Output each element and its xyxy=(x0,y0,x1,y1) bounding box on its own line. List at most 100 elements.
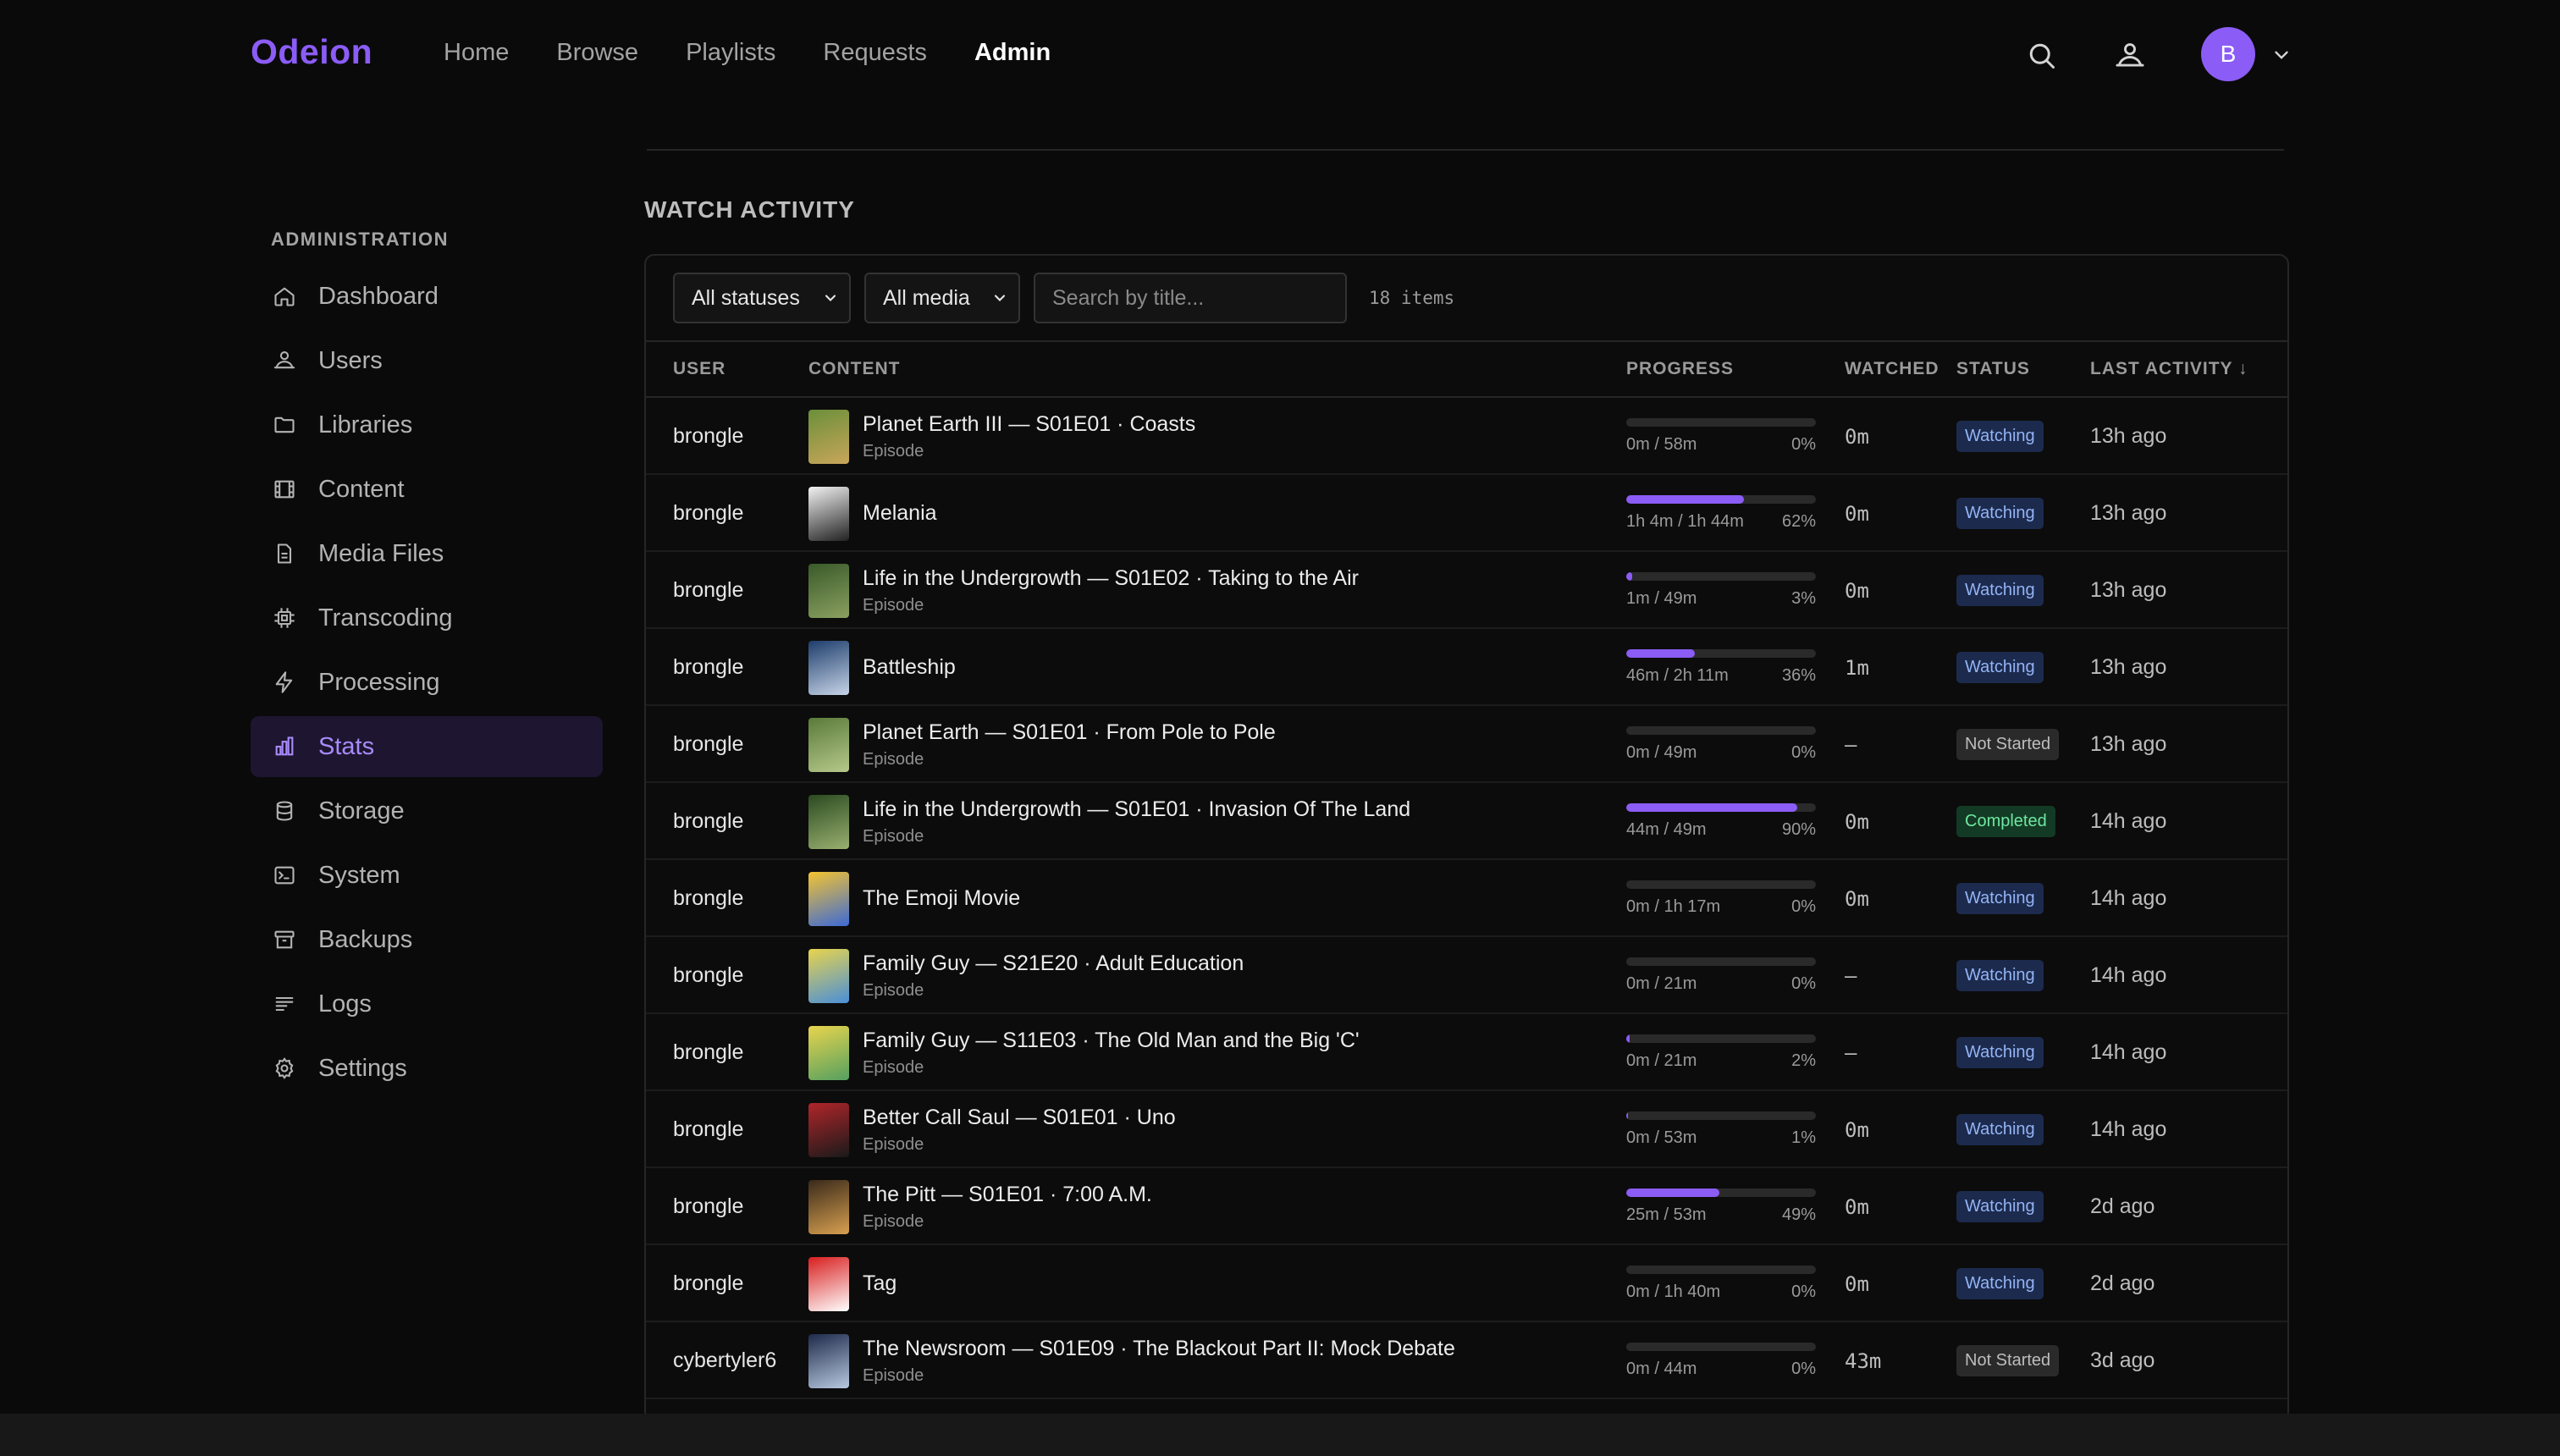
user-name[interactable]: brongle xyxy=(673,963,743,988)
users-icon xyxy=(2116,43,2144,67)
filter-bar: All statuses All media 18 items xyxy=(646,256,2287,342)
user-name[interactable]: brongle xyxy=(673,732,743,757)
column-header-last-activity[interactable]: LAST ACTIVITY ↓ xyxy=(2090,359,2248,379)
poster-thumbnail[interactable] xyxy=(808,948,849,1003)
sidebar-item-stats[interactable]: Stats xyxy=(251,716,603,777)
poster-thumbnail[interactable] xyxy=(808,794,849,849)
sidebar-item-transcoding[interactable]: Transcoding xyxy=(251,587,603,648)
sidebar-item-libraries[interactable]: Libraries xyxy=(251,394,603,455)
column-header-progress[interactable]: PROGRESS xyxy=(1626,359,1734,379)
table-row[interactable]: brongle Family Guy — S11E03 · The Old Ma… xyxy=(646,1014,2287,1091)
sidebar-item-content[interactable]: Content xyxy=(251,459,603,520)
sidebar-item-backups[interactable]: Backups xyxy=(251,909,603,970)
media-filter-select[interactable]: All media xyxy=(864,273,1020,323)
table-row[interactable]: brongle Planet Earth — S01E01 · From Pol… xyxy=(646,706,2287,783)
film-icon xyxy=(271,476,298,503)
user-name[interactable]: brongle xyxy=(673,424,743,449)
content-title[interactable]: The Emoji Movie xyxy=(863,886,1020,911)
nav-requests[interactable]: Requests xyxy=(823,39,927,67)
poster-thumbnail[interactable] xyxy=(808,409,849,464)
poster-thumbnail[interactable] xyxy=(808,1256,849,1311)
table-row[interactable]: brongle Tag 0m / 1h 40m 0% 0m Watching 2… xyxy=(646,1245,2287,1322)
nav-home[interactable]: Home xyxy=(444,39,509,67)
users-button[interactable] xyxy=(2106,32,2154,80)
user-name[interactable]: cybertyler6 xyxy=(673,1348,776,1373)
content-title[interactable]: Better Call Saul — S01E01 · Uno xyxy=(863,1106,1176,1130)
poster-thumbnail[interactable] xyxy=(808,486,849,541)
table-row[interactable]: cybertyler6 The Newsroom — S01E09 · The … xyxy=(646,1322,2287,1399)
table-row[interactable]: brongle The Emoji Movie 0m / 1h 17m 0% 0… xyxy=(646,860,2287,937)
content-type: Episode xyxy=(863,595,924,615)
user-name[interactable]: brongle xyxy=(673,809,743,834)
sidebar-item-logs[interactable]: Logs xyxy=(251,973,603,1034)
nav-browse[interactable]: Browse xyxy=(556,39,638,67)
poster-thumbnail[interactable] xyxy=(808,563,849,618)
avatar[interactable]: B xyxy=(2201,27,2255,81)
table-row[interactable]: brongle The Pitt — S01E01 · 7:00 A.M. Ep… xyxy=(646,1168,2287,1245)
user-name[interactable]: brongle xyxy=(673,1194,743,1219)
status-filter-select[interactable]: All statuses xyxy=(673,273,851,323)
account-menu-toggle[interactable] xyxy=(2269,42,2294,68)
user-name[interactable]: brongle xyxy=(673,1117,743,1142)
table-body: brongle Planet Earth III — S01E01 · Coas… xyxy=(646,398,2287,1399)
search-input[interactable] xyxy=(1034,273,1347,323)
status-badge: Watching xyxy=(1956,575,2044,606)
content-title[interactable]: Planet Earth III — S01E01 · Coasts xyxy=(863,412,1195,437)
user-name[interactable]: brongle xyxy=(673,655,743,680)
progress-percent: 36% xyxy=(1781,666,1816,685)
table-row[interactable]: brongle Family Guy — S21E20 · Adult Educ… xyxy=(646,937,2287,1014)
sidebar-item-dashboard[interactable]: Dashboard xyxy=(251,266,603,327)
table-row[interactable]: brongle Battleship 46m / 2h 11m 36% 1m W… xyxy=(646,629,2287,706)
poster-thumbnail[interactable] xyxy=(808,1179,849,1234)
user-name[interactable]: brongle xyxy=(673,578,743,603)
poster-thumbnail[interactable] xyxy=(808,871,849,926)
column-header-user[interactable]: USER xyxy=(673,359,726,379)
column-header-content[interactable]: CONTENT xyxy=(808,359,901,379)
user-name[interactable]: brongle xyxy=(673,501,743,526)
content-title[interactable]: Tag xyxy=(863,1271,897,1296)
content-title[interactable]: Family Guy — S11E03 · The Old Man and th… xyxy=(863,1029,1360,1053)
column-header-status[interactable]: STATUS xyxy=(1956,359,2030,379)
poster-thumbnail[interactable] xyxy=(808,1102,849,1157)
sidebar-item-system[interactable]: System xyxy=(251,845,603,906)
search-button[interactable] xyxy=(2018,32,2066,80)
table-row[interactable]: brongle Life in the Undergrowth — S01E02… xyxy=(646,552,2287,629)
user-name[interactable]: brongle xyxy=(673,1271,743,1296)
sidebar-item-settings[interactable]: Settings xyxy=(251,1038,603,1099)
sidebar-item-processing[interactable]: Processing xyxy=(251,652,603,713)
user-name[interactable]: brongle xyxy=(673,886,743,911)
table-row[interactable]: brongle Better Call Saul — S01E01 · Uno … xyxy=(646,1091,2287,1168)
watched-duration: 0m xyxy=(1845,578,1869,603)
table-row[interactable]: brongle Planet Earth III — S01E01 · Coas… xyxy=(646,398,2287,475)
top-nav: Odeion Home Browse Playlists Requests Ad… xyxy=(0,0,2560,110)
content-title[interactable]: Life in the Undergrowth — S01E01 · Invas… xyxy=(863,797,1410,822)
gear-icon xyxy=(271,1055,298,1082)
last-activity: 2d ago xyxy=(2090,1194,2155,1218)
content-title[interactable]: The Pitt — S01E01 · 7:00 A.M. xyxy=(863,1183,1152,1207)
content-title[interactable]: The Newsroom — S01E09 · The Blackout Par… xyxy=(863,1337,1455,1361)
progress-bar xyxy=(1626,880,1816,889)
sidebar-item-users[interactable]: Users xyxy=(251,330,603,391)
content-title[interactable]: Melania xyxy=(863,501,937,526)
poster-thumbnail[interactable] xyxy=(808,640,849,695)
content-title[interactable]: Family Guy — S21E20 · Adult Education xyxy=(863,951,1244,976)
progress-time: 46m / 2h 11m xyxy=(1626,666,1729,685)
poster-thumbnail[interactable] xyxy=(808,1025,849,1080)
poster-thumbnail[interactable] xyxy=(808,717,849,772)
brand-logo[interactable]: Odeion xyxy=(251,32,372,72)
table-row[interactable]: brongle Melania 1h 4m / 1h 44m 62% 0m Wa… xyxy=(646,475,2287,552)
poster-thumbnail[interactable] xyxy=(808,1333,849,1388)
content-title[interactable]: Planet Earth — S01E01 · From Pole to Pol… xyxy=(863,720,1276,745)
progress-bar xyxy=(1626,726,1816,735)
column-header-watched[interactable]: WATCHED xyxy=(1845,359,1939,379)
nav-playlists[interactable]: Playlists xyxy=(686,39,775,67)
nav-admin[interactable]: Admin xyxy=(974,39,1051,67)
user-name[interactable]: brongle xyxy=(673,1040,743,1065)
watched-duration: — xyxy=(1845,1040,1857,1065)
chevron-down-icon xyxy=(2275,51,2288,59)
sidebar-item-media-files[interactable]: Media Files xyxy=(251,523,603,584)
table-row[interactable]: brongle Life in the Undergrowth — S01E01… xyxy=(646,783,2287,860)
content-title[interactable]: Battleship xyxy=(863,655,956,680)
sidebar-item-storage[interactable]: Storage xyxy=(251,780,603,841)
content-title[interactable]: Life in the Undergrowth — S01E02 · Takin… xyxy=(863,566,1359,591)
